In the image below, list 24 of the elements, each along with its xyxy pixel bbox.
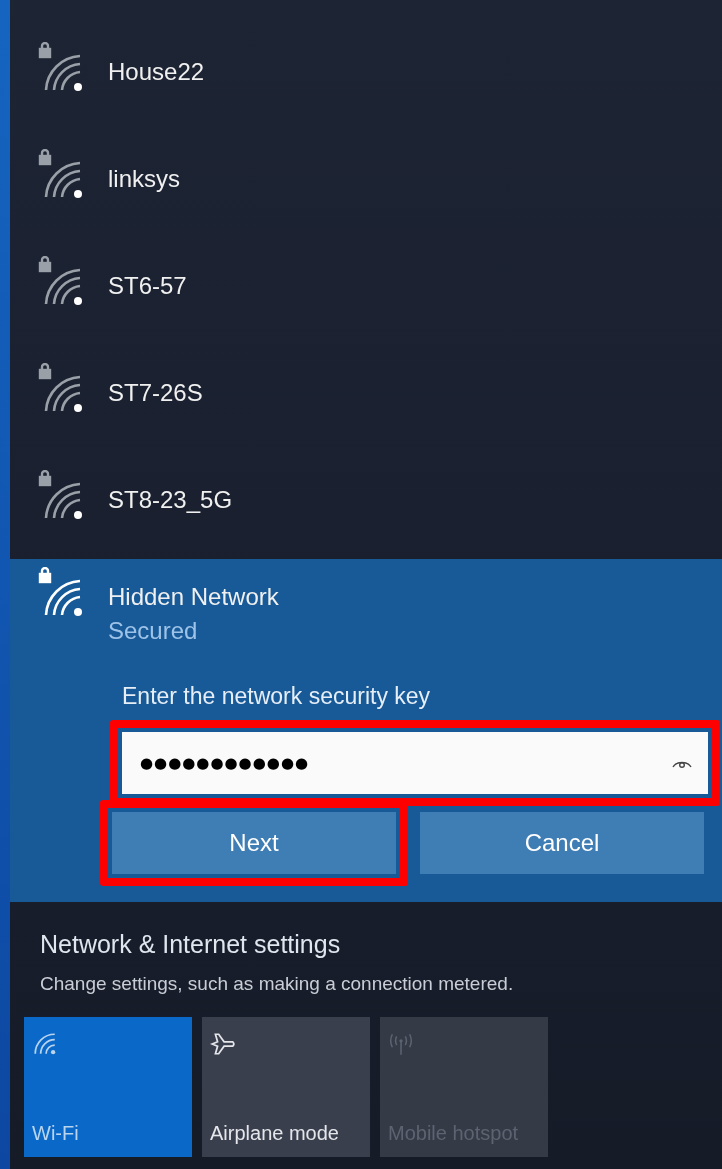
wifi-icon: [32, 1031, 58, 1057]
security-key-field[interactable]: ●●●●●●●●●●●●: [122, 732, 708, 794]
network-item[interactable]: ST7-26S: [10, 343, 722, 450]
airplane-icon: [210, 1031, 236, 1057]
field-label: Enter the network security key: [122, 683, 432, 710]
dialog-button[interactable]: Cancel: [420, 812, 704, 874]
network-name: House22: [108, 58, 205, 86]
network-name: linksys: [108, 165, 180, 193]
hotspot-icon: [388, 1031, 414, 1057]
settings-link[interactable]: Network & Internet settings: [40, 930, 722, 959]
dialog-button[interactable]: Next: [112, 812, 396, 874]
network-name: ST7-26S: [108, 379, 203, 407]
settings-description: Change settings, such as making a connection metered.: [40, 973, 515, 995]
quick-action-tile[interactable]: Airplane mode: [202, 1017, 370, 1157]
network-item[interactable]: ST6-57: [10, 236, 722, 343]
quick-action-tile[interactable]: Wi-Fi: [24, 1017, 192, 1157]
network-name: ST6-57: [108, 272, 187, 300]
network-item[interactable]: House22: [10, 22, 722, 129]
network-item-selected[interactable]: Hidden Network Secured Enter the network security key ●●●●●●●●●●●● Next Cancel: [10, 559, 722, 902]
network-item[interactable]: linksys: [10, 129, 722, 236]
network-name: ST8-23_5G: [108, 486, 233, 514]
network-name: Hidden Network: [108, 583, 279, 611]
network-item[interactable]: ST8-23_5G: [10, 450, 722, 557]
network-status: Secured: [108, 617, 199, 645]
